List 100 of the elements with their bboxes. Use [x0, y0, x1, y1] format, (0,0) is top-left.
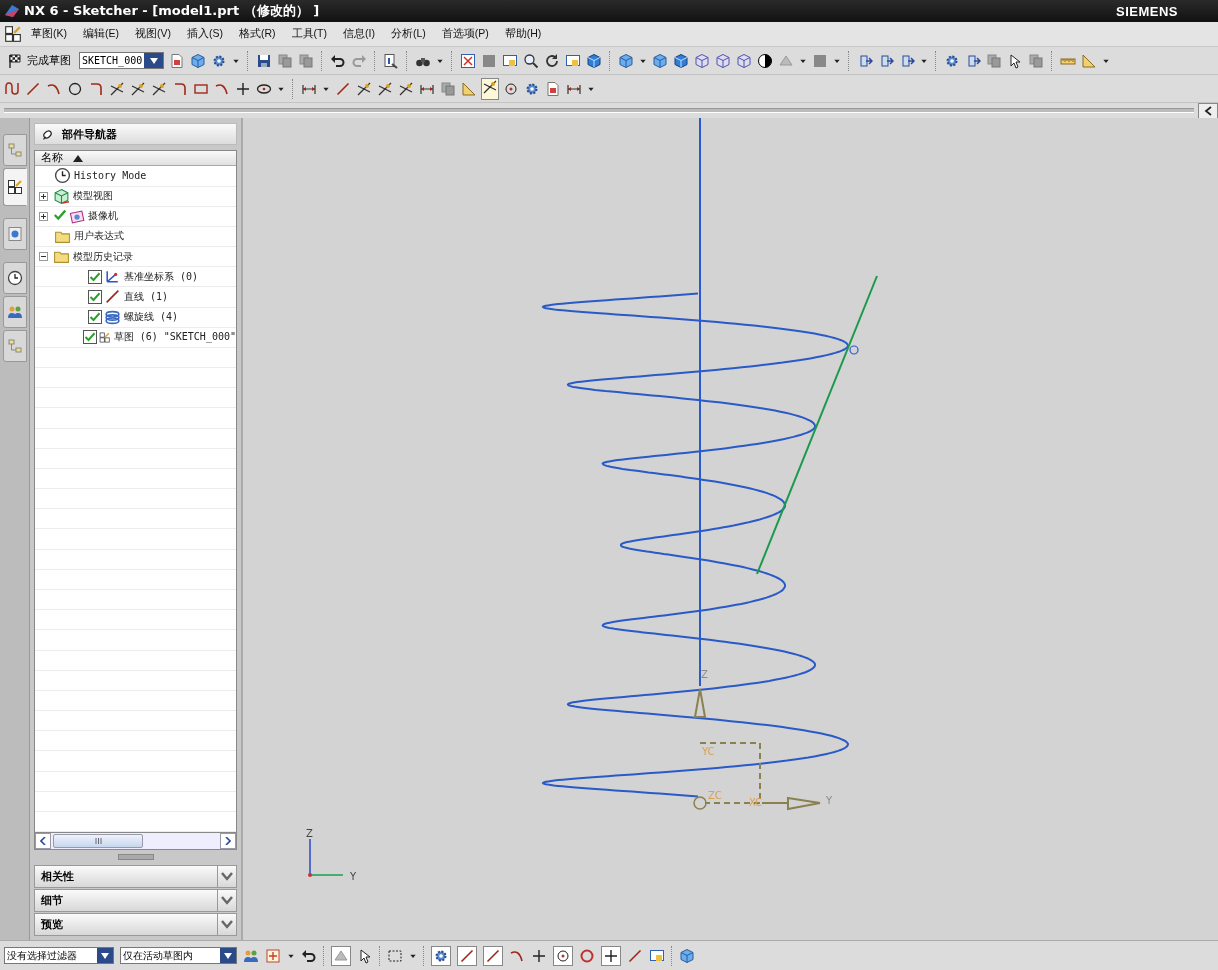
line-icon[interactable]: [627, 947, 643, 964]
line-icon[interactable]: [485, 947, 501, 964]
chevron-down-icon[interactable]: [217, 890, 236, 911]
arrow-icon[interactable]: [899, 52, 916, 69]
sketch-name-dropdown[interactable]: SKETCH_000: [79, 52, 165, 69]
pointer-icon[interactable]: [357, 947, 373, 964]
tree-item-label[interactable]: 摄像机: [88, 209, 118, 224]
tree-item-label[interactable]: 模型历史记录: [73, 249, 133, 264]
scrollbar-thumb[interactable]: [53, 834, 143, 848]
cube-icon[interactable]: [586, 52, 603, 69]
checkbox[interactable]: [83, 330, 98, 345]
corner-icon[interactable]: [88, 80, 104, 97]
checkbox[interactable]: [88, 290, 102, 304]
wireframe-cube-icon[interactable]: [694, 52, 711, 69]
finish-sketch-button[interactable]: 完成草图: [4, 51, 74, 70]
cube-icon[interactable]: [673, 52, 690, 69]
sort-ascending-icon[interactable]: [73, 154, 83, 162]
point-icon[interactable]: [555, 947, 571, 964]
scroll-left-button[interactable]: [35, 833, 51, 849]
trim-icon[interactable]: [151, 80, 167, 97]
rotate-icon[interactable]: [544, 52, 561, 69]
menu-item[interactable]: 插入(S): [180, 25, 230, 43]
plus-icon[interactable]: [235, 80, 251, 97]
chevron-right-icon[interactable]: [225, 837, 231, 845]
dropdown-arrow-icon[interactable]: [223, 951, 233, 960]
plus-icon[interactable]: [531, 947, 547, 964]
curve-icon[interactable]: [4, 80, 20, 97]
document-icon[interactable]: [169, 52, 186, 69]
circle-icon[interactable]: [67, 80, 83, 97]
collapse-toggle-icon[interactable]: [39, 252, 48, 262]
menu-item[interactable]: 草图(K): [24, 25, 74, 43]
menu-item[interactable]: 编辑(E): [76, 25, 126, 43]
chevron-down-icon[interactable]: [217, 866, 236, 887]
collapsible-panel-header[interactable]: 相关性: [34, 865, 237, 888]
cube-icon[interactable]: [652, 52, 669, 69]
arrow-icon[interactable]: [857, 52, 874, 69]
menu-item[interactable]: 格式(R): [232, 25, 283, 43]
chevron-left-icon[interactable]: [40, 837, 46, 845]
square-icon[interactable]: [481, 52, 498, 69]
collapsible-panel-header[interactable]: 细节: [34, 889, 237, 912]
expand-toggle-icon[interactable]: [39, 191, 48, 201]
arrow-icon[interactable]: [878, 52, 895, 69]
half-circle-icon[interactable]: [757, 52, 774, 69]
scroll-right-button[interactable]: [220, 833, 236, 849]
save-icon[interactable]: [256, 52, 273, 69]
cube-icon[interactable]: [618, 52, 635, 69]
column-header[interactable]: 名称: [41, 151, 63, 166]
trim-icon[interactable]: [377, 80, 393, 97]
cube-icon[interactable]: [190, 52, 207, 69]
check-icon[interactable]: [53, 207, 67, 222]
line-icon[interactable]: [25, 80, 41, 97]
information-icon[interactable]: [383, 52, 400, 69]
zoom-icon[interactable]: [523, 52, 540, 69]
point-icon[interactable]: [503, 80, 519, 97]
wireframe-cube-icon[interactable]: [715, 52, 732, 69]
tree-item-label[interactable]: History Mode: [74, 170, 147, 182]
corner-icon[interactable]: [172, 80, 188, 97]
tree-item-label[interactable]: 草图 (6) "SKETCH_000": [113, 330, 236, 345]
menu-item[interactable]: 工具(T): [284, 25, 334, 43]
sketch-menu-icon[interactable]: [4, 25, 22, 43]
tree-item-label[interactable]: 用户表达式: [74, 229, 124, 244]
trim-icon[interactable]: [398, 80, 414, 97]
wireframe-cube-icon[interactable]: [736, 52, 753, 69]
resource-tab[interactable]: [3, 262, 27, 294]
resource-tab[interactable]: [3, 168, 27, 206]
plus-icon[interactable]: [603, 947, 619, 964]
pin-icon[interactable]: [41, 127, 54, 141]
line-icon[interactable]: [459, 947, 475, 964]
splitter-handle[interactable]: [117, 854, 154, 860]
menu-item[interactable]: 帮助(H): [497, 25, 549, 43]
toggle-button[interactable]: [482, 78, 498, 99]
document-icon[interactable]: [545, 80, 561, 97]
expand-toggle-icon[interactable]: [39, 211, 48, 221]
chevron-down-icon[interactable]: [217, 914, 236, 935]
menu-item[interactable]: 首选项(P): [434, 25, 496, 43]
checkbox[interactable]: [88, 269, 102, 284]
tree-item-label[interactable]: 直线 (1): [124, 290, 169, 304]
fit-view-icon[interactable]: [460, 52, 477, 69]
trim-icon[interactable]: [356, 80, 372, 97]
cube-icon[interactable]: [679, 947, 695, 964]
collapsible-panel-header[interactable]: 预览: [34, 913, 237, 936]
copy-icon[interactable]: [298, 52, 315, 69]
selection-box-icon[interactable]: [387, 947, 403, 964]
tree-item-label[interactable]: 基准坐标系 (0): [124, 269, 199, 284]
window-icon[interactable]: [502, 52, 519, 69]
arrow-icon[interactable]: [965, 52, 982, 69]
window-icon[interactable]: [565, 52, 582, 69]
chevron-left-icon[interactable]: [1204, 105, 1212, 116]
tree-item-label[interactable]: 模型视图: [73, 189, 113, 204]
filter-dropdown[interactable]: 没有选择过滤器: [4, 947, 114, 964]
dropdown-arrow-icon[interactable]: [100, 951, 110, 960]
tree-item-label[interactable]: 螺旋线 (4): [124, 310, 179, 325]
trim-icon[interactable]: [130, 80, 146, 97]
menu-item[interactable]: 信息(I): [336, 25, 382, 43]
window-icon[interactable]: [649, 947, 665, 964]
line-icon[interactable]: [335, 80, 351, 97]
menu-item[interactable]: 分析(L): [383, 25, 433, 43]
checkbox[interactable]: [88, 310, 102, 325]
filter-dropdown[interactable]: 仅在活动草图内: [120, 947, 237, 964]
trim-icon[interactable]: [109, 80, 125, 97]
